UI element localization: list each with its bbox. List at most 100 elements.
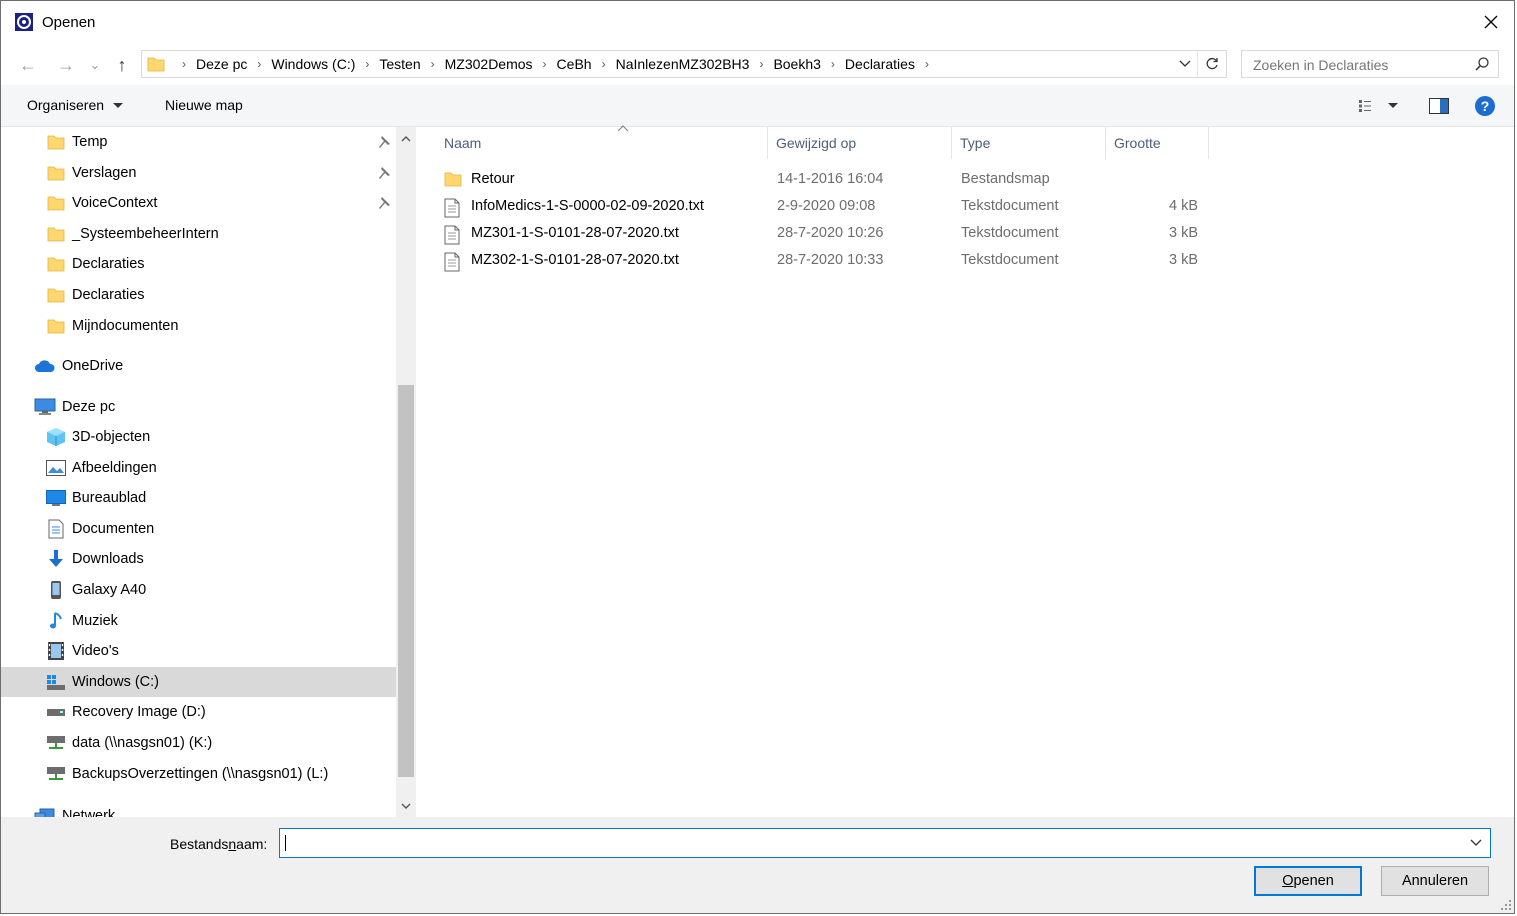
sidebar-item-this-pc-child[interactable]: Muziek — [1, 606, 396, 636]
scroll-up-button[interactable] — [396, 127, 416, 149]
filename-history-button[interactable] — [1464, 829, 1488, 857]
sidebar-item-quick-access[interactable]: Declaraties — [1, 249, 396, 279]
breadcrumb-separator-icon[interactable]: › — [257, 57, 261, 71]
sidebar-item-label: Afbeeldingen — [72, 459, 157, 476]
sidebar-item-label: 3D-objecten — [72, 429, 151, 445]
breadcrumb-separator-icon[interactable]: › — [365, 57, 369, 71]
breadcrumb-separator-icon[interactable]: › — [759, 57, 763, 71]
caret-down-icon — [1388, 103, 1398, 108]
recent-locations-button[interactable]: ⌄ — [85, 52, 105, 78]
cube-3d-icon — [46, 428, 66, 446]
back-button[interactable]: ← — [15, 52, 41, 78]
file-type: Tekstdocument — [961, 198, 1059, 214]
folder-icon — [47, 164, 65, 182]
sidebar-item-network[interactable]: Netwerk — [1, 801, 396, 817]
sidebar-item-this-pc-child[interactable]: BackupsOverzettingen (\\nasgsn01) (L:) — [1, 759, 396, 789]
filename-label: Bestandsnaam: — [170, 836, 267, 852]
scrollbar-thumb[interactable] — [398, 385, 414, 777]
filename-combobox[interactable] — [279, 828, 1491, 859]
breadcrumb-separator-icon[interactable]: › — [182, 57, 186, 71]
breadcrumb-item[interactable]: Deze pc — [196, 56, 247, 72]
organize-menu-button[interactable]: Organiseren — [27, 97, 123, 113]
column-header-name[interactable]: Naam — [436, 125, 768, 159]
sidebar-item-this-pc-child[interactable]: Galaxy A40 — [1, 575, 396, 605]
search-input[interactable] — [1242, 51, 1475, 79]
file-size: 3 kB — [1168, 225, 1198, 241]
close-button[interactable] — [1476, 7, 1506, 37]
music-icon — [46, 611, 66, 630]
file-list: Naam Gewijzigd op Type Grootte Retour 14-… — [416, 125, 1514, 817]
view-options-button[interactable] — [1353, 93, 1403, 119]
sidebar-item-this-pc-child[interactable]: Windows (C:) — [1, 666, 396, 697]
sidebar-item-label: Windows (C:) — [72, 673, 160, 690]
sidebar-item-this-pc-child[interactable]: Bureaublad — [1, 483, 396, 513]
sidebar-item-quick-access[interactable]: Mijndocumenten — [1, 311, 396, 341]
breadcrumb-item[interactable]: NaInlezenMZ302BH3 — [616, 56, 750, 72]
address-bar[interactable]: › Deze pc › Windows (C:) › Testen › MZ302Demos ›… — [141, 50, 1227, 78]
breadcrumb-separator-icon[interactable]: › — [431, 57, 435, 71]
sidebar-item-this-pc-child[interactable]: data (\\nasgsn01) (K:) — [1, 728, 396, 758]
column-header-size[interactable]: Grootte — [1106, 127, 1209, 159]
sidebar-item-this-pc-child[interactable]: Downloads — [1, 544, 396, 574]
new-folder-button[interactable]: Nieuwe map — [165, 97, 243, 113]
sidebar-item-quick-access[interactable]: Verslagen — [1, 158, 396, 188]
resize-grip-icon[interactable] — [1498, 897, 1512, 911]
file-row[interactable]: MZ302-1-S-0101-28-07-2020.txt 28-7-2020 1… — [440, 248, 1215, 274]
sidebar-item-this-pc-child[interactable]: Documenten — [1, 514, 396, 544]
search-box[interactable] — [1241, 50, 1499, 79]
file-name: InfoMedics-1-S-0000-02-09-2020.txt — [471, 198, 704, 214]
file-row[interactable]: InfoMedics-1-S-0000-02-09-2020.txt 2-9-20… — [440, 194, 1215, 220]
sidebar-item-label: BackupsOverzettingen (\\nasgsn01) (L:) — [72, 765, 329, 782]
open-button[interactable]: Openen — [1254, 866, 1362, 896]
sidebar-item-this-pc-child[interactable]: Video's — [1, 636, 396, 666]
help-button[interactable]: ? — [1471, 93, 1499, 119]
network-drive-icon — [46, 765, 66, 783]
address-history-button[interactable] — [1174, 51, 1196, 77]
preview-pane-button[interactable] — [1425, 93, 1453, 119]
breadcrumb-separator-icon[interactable]: › — [831, 57, 835, 71]
file-type: Tekstdocument — [961, 252, 1059, 268]
up-button[interactable]: ↑ — [109, 52, 135, 78]
sidebar-item-label: Declaraties — [72, 256, 145, 273]
file-row[interactable]: Retour 14-1-2016 16:04 Bestandsmap — [440, 167, 1215, 193]
sidebar-item-quick-access[interactable]: VoiceContext — [1, 188, 396, 218]
breadcrumb-item[interactable]: MZ302Demos — [445, 56, 533, 72]
sidebar-item-label: Recovery Image (D:) — [72, 704, 206, 721]
sidebar-item-this-pc-child[interactable]: Recovery Image (D:) — [1, 697, 396, 727]
sidebar-item-onedrive[interactable]: OneDrive — [1, 351, 396, 381]
breadcrumb-separator-icon[interactable]: › — [543, 57, 547, 71]
network-drive-icon — [46, 734, 66, 752]
sidebar-item-quick-access[interactable]: Declaraties — [1, 280, 396, 310]
breadcrumb-separator-icon[interactable]: › — [602, 57, 606, 71]
cancel-button[interactable]: Annuleren — [1381, 866, 1489, 896]
refresh-button[interactable] — [1197, 51, 1226, 77]
text-file-icon — [444, 252, 462, 272]
sidebar-item-quick-access[interactable]: Temp — [1, 127, 396, 157]
breadcrumb-item[interactable]: Windows (C:) — [271, 56, 355, 72]
filename-input[interactable] — [280, 829, 1468, 859]
navigation-scrollbar[interactable] — [396, 127, 416, 817]
sidebar-item-quick-access[interactable]: _SysteembeheerIntern — [1, 219, 396, 249]
sidebar-item-this-pc-child[interactable]: Afbeeldingen — [1, 453, 396, 483]
refresh-icon — [1206, 57, 1218, 70]
file-row[interactable]: MZ301-1-S-0101-28-07-2020.txt 28-7-2020 1… — [440, 221, 1215, 247]
sidebar-item-this-pc-child[interactable]: 3D-objecten — [1, 422, 396, 452]
breadcrumb-item[interactable]: Testen — [379, 56, 420, 72]
sidebar-item-label: Deze pc — [62, 399, 116, 415]
breadcrumb-item[interactable]: CeBh — [557, 56, 592, 72]
breadcrumb-separator-icon[interactable]: › — [925, 57, 929, 71]
scroll-down-button[interactable] — [396, 795, 416, 817]
breadcrumb-item[interactable]: Boekh3 — [773, 56, 820, 72]
file-type: Bestandsmap — [961, 171, 1050, 187]
chevron-down-icon: ⌄ — [89, 57, 101, 72]
sidebar-item-this-pc[interactable]: Deze pc — [1, 392, 396, 422]
preview-pane-icon — [1429, 98, 1449, 114]
breadcrumb-item[interactable]: Declaraties — [845, 56, 915, 72]
chevron-down-icon — [1179, 60, 1191, 67]
navigation-pane: Temp Verslagen VoiceContext _SysteembeheerI… — [1, 127, 416, 817]
forward-button[interactable]: → — [53, 52, 79, 78]
column-header-modified[interactable]: Gewijzigd op — [768, 127, 952, 159]
downloads-icon — [46, 550, 66, 568]
column-header-type[interactable]: Type — [952, 127, 1106, 159]
folder-icon — [47, 133, 65, 151]
